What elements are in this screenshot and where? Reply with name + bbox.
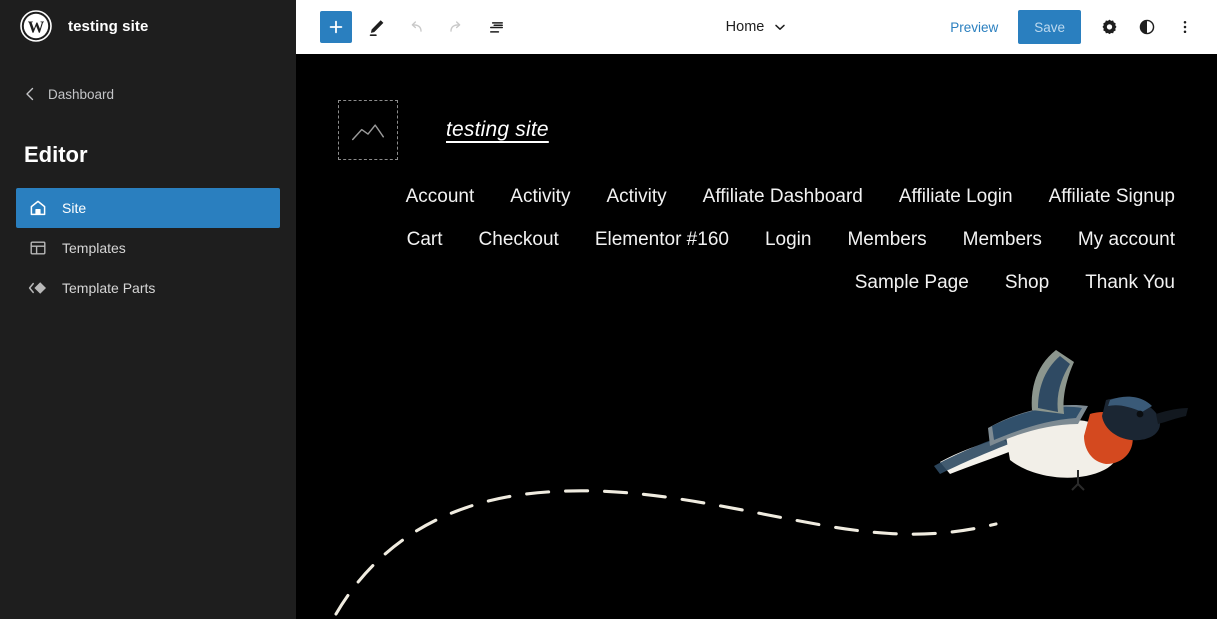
nav-link-account[interactable]: Account <box>406 186 475 209</box>
document-title-label: Home <box>726 19 765 35</box>
add-block-button[interactable] <box>320 11 352 43</box>
svg-text:W: W <box>28 17 45 36</box>
layers-diamond-icon <box>28 278 48 298</box>
bird-lower-wing <box>988 405 1088 446</box>
bird-crown <box>1108 397 1152 412</box>
site-title-heading[interactable]: testing site <box>446 118 549 142</box>
sidebar-item-templates[interactable]: Templates <box>16 228 280 268</box>
editor-main: Home Preview Save <box>296 0 1217 619</box>
styles-button[interactable] <box>1131 11 1163 43</box>
preview-button[interactable]: Preview <box>940 14 1008 41</box>
nav-link-affiliate-dashboard[interactable]: Affiliate Dashboard <box>703 186 863 209</box>
bird-upper-wing-dark <box>1038 356 1070 412</box>
sidebar-item-template-parts-label: Template Parts <box>62 280 155 296</box>
toolbar-right-group: Preview Save <box>940 10 1201 44</box>
site-header-block: testing site Account Activity Activity A… <box>296 54 1217 294</box>
more-options-button[interactable] <box>1169 11 1201 43</box>
nav-link-login[interactable]: Login <box>765 229 812 252</box>
bird-feet <box>1072 470 1084 490</box>
sidebar-heading: Editor <box>0 144 296 166</box>
site-editor-app: W testing site Dashboard Editor Site <box>0 0 1217 619</box>
undo-icon <box>406 17 426 37</box>
site-brand-row: testing site <box>338 100 1175 160</box>
settings-button[interactable] <box>1093 11 1125 43</box>
nav-link-cart[interactable]: Cart <box>407 229 443 252</box>
wordpress-logo-icon: W <box>20 10 52 42</box>
sidebar-site-title: testing site <box>68 18 148 35</box>
sidebar-item-site-label: Site <box>62 200 86 216</box>
save-button[interactable]: Save <box>1018 10 1081 44</box>
site-preview-canvas[interactable]: testing site Account Activity Activity A… <box>296 54 1217 619</box>
nav-link-activity-2[interactable]: Activity <box>606 186 666 209</box>
sidebar-item-site[interactable]: Site <box>16 188 280 228</box>
nav-link-affiliate-signup[interactable]: Affiliate Signup <box>1049 186 1175 209</box>
bird-belly <box>1006 420 1119 478</box>
more-options-icon <box>1176 18 1194 36</box>
site-logo-placeholder[interactable] <box>338 100 398 160</box>
nav-link-thank-you[interactable]: Thank You <box>1085 272 1175 295</box>
list-view-icon <box>486 17 507 38</box>
plus-icon <box>326 17 346 37</box>
bird-tail-white <box>940 438 1014 474</box>
bird-head <box>1102 398 1160 440</box>
site-navigation: Account Activity Activity Affiliate Dash… <box>338 186 1175 294</box>
home-icon <box>28 198 48 218</box>
sidebar-brand[interactable]: W testing site <box>0 0 296 52</box>
redo-icon <box>446 17 466 37</box>
sidebar-item-template-parts[interactable]: Template Parts <box>16 268 280 308</box>
bird-lower-wing-dark <box>992 407 1082 440</box>
undo-button[interactable] <box>400 11 432 43</box>
nav-link-checkout[interactable]: Checkout <box>479 229 559 252</box>
nav-link-affiliate-login[interactable]: Affiliate Login <box>899 186 1013 209</box>
chevron-left-icon <box>24 87 36 101</box>
image-placeholder-icon <box>350 117 386 144</box>
nav-link-shop[interactable]: Shop <box>1005 272 1049 295</box>
chevron-down-icon <box>773 20 787 34</box>
settings-gear-icon <box>1100 18 1119 37</box>
edit-mode-button[interactable] <box>360 11 392 43</box>
sidebar-item-templates-label: Templates <box>62 240 126 256</box>
redo-button[interactable] <box>440 11 472 43</box>
bird-upper-wing <box>1032 350 1074 414</box>
bird-tail-dark <box>934 434 1014 474</box>
bird-eye <box>1137 411 1144 418</box>
bird-beak <box>1156 408 1188 424</box>
sidebar-back-label: Dashboard <box>48 87 114 102</box>
layout-grid-icon <box>28 238 48 258</box>
bird-throat-orange <box>1084 412 1133 464</box>
list-view-button[interactable] <box>480 11 512 43</box>
editor-toolbar: Home Preview Save <box>296 0 1217 54</box>
nav-link-activity-1[interactable]: Activity <box>510 186 570 209</box>
sidebar-back-to-dashboard[interactable]: Dashboard <box>0 82 296 106</box>
dashed-flight-path <box>336 491 996 614</box>
nav-link-members-2[interactable]: Members <box>963 229 1042 252</box>
toolbar-left-group <box>320 11 512 43</box>
nav-link-members-1[interactable]: Members <box>847 229 926 252</box>
styles-contrast-icon <box>1137 17 1157 37</box>
document-title-dropdown[interactable]: Home <box>718 15 796 39</box>
sidebar-nav: Site Templates Template Parts <box>0 188 296 308</box>
nav-link-elementor-160[interactable]: Elementor #160 <box>595 229 729 252</box>
nav-link-my-account[interactable]: My account <box>1078 229 1175 252</box>
edit-pencil-icon <box>366 17 387 38</box>
nav-link-sample-page[interactable]: Sample Page <box>855 272 969 295</box>
bird-figure <box>934 350 1188 490</box>
editor-sidebar: W testing site Dashboard Editor Site <box>0 0 296 619</box>
